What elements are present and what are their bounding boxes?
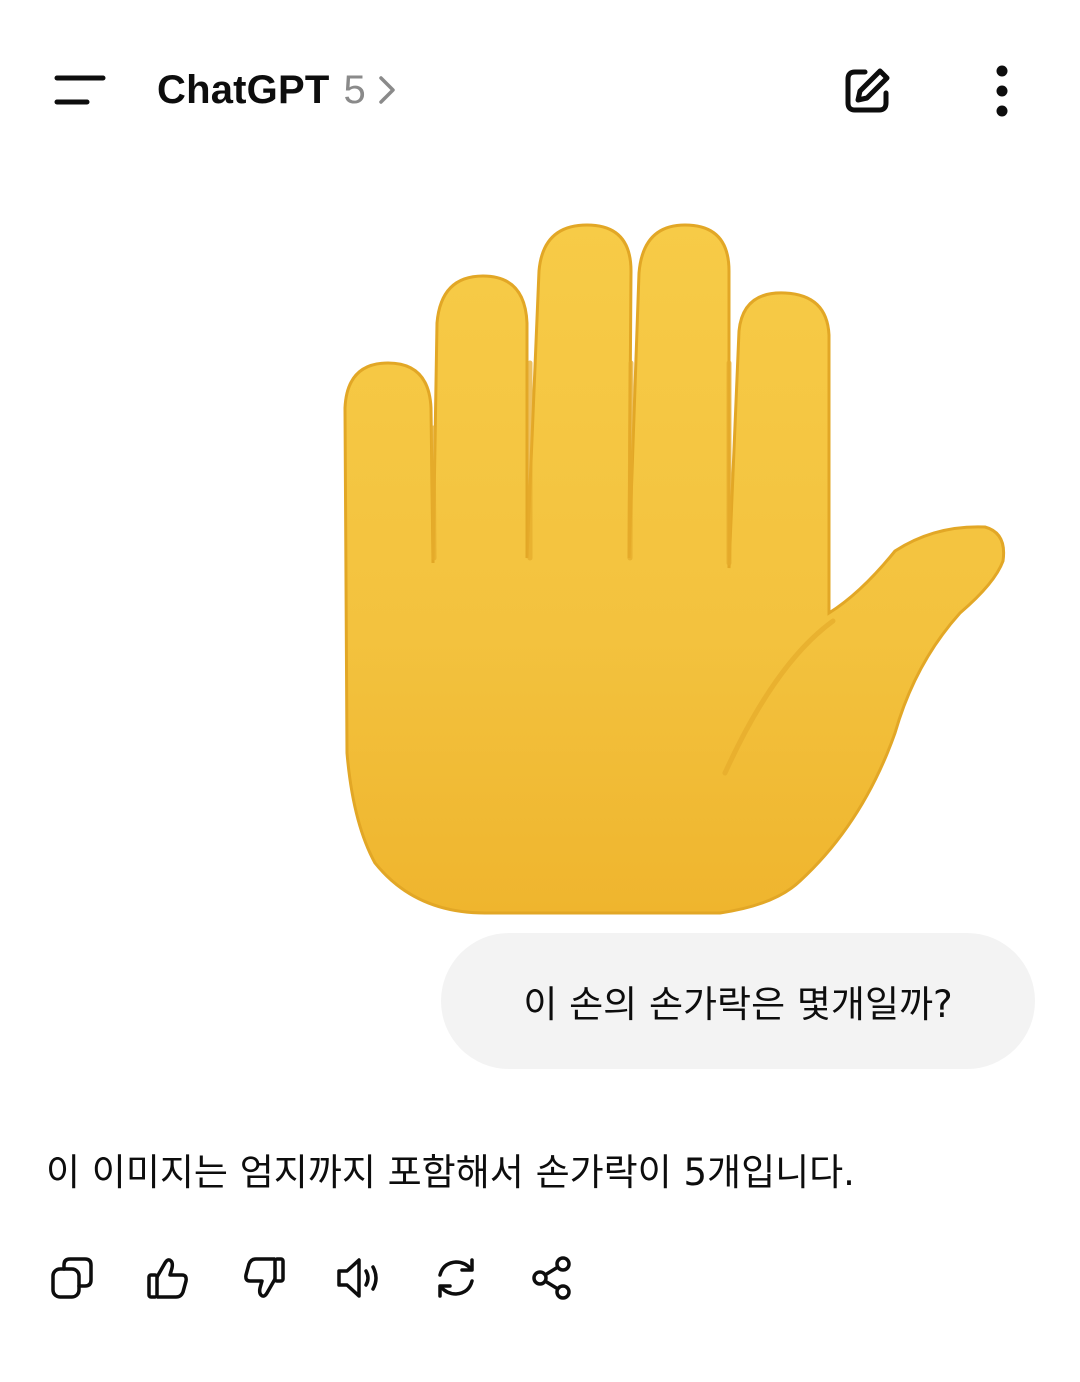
share-icon [529,1255,575,1301]
menu-icon [54,74,106,106]
assistant-message-text: 이 이미지는 엄지까지 포함해서 손가락이 5개입니다. [46,1151,855,1194]
copy-button[interactable] [44,1250,100,1306]
thumbs-down-icon [241,1255,287,1301]
user-message-text: 이 손의 손가락은 몇개일까? [523,983,953,1026]
user-attached-image[interactable] [255,213,1035,921]
speaker-icon [335,1255,385,1301]
good-response-button[interactable] [140,1250,196,1306]
copy-icon [49,1255,95,1301]
top-bar: ChatGPT 5 [0,0,1080,180]
chevron-right-icon [378,75,396,105]
read-aloud-button[interactable] [332,1250,388,1306]
message-action-bar [44,1250,620,1306]
app-title: ChatGPT [157,67,330,112]
edit-icon [839,63,895,119]
share-button[interactable] [524,1250,580,1306]
user-message-bubble: 이 손의 손가락은 몇개일까? [441,933,1035,1069]
model-selector[interactable]: ChatGPT 5 [157,60,396,120]
menu-button[interactable] [40,58,120,122]
refresh-icon [432,1255,480,1301]
more-options-button[interactable] [972,56,1032,126]
thumbs-up-icon [145,1255,191,1301]
regenerate-button[interactable] [428,1250,484,1306]
new-chat-button[interactable] [832,56,902,126]
raised-hand-emoji-image [255,213,1035,921]
bad-response-button[interactable] [236,1250,292,1306]
more-vertical-icon [995,64,1009,118]
model-version: 5 [343,67,366,112]
